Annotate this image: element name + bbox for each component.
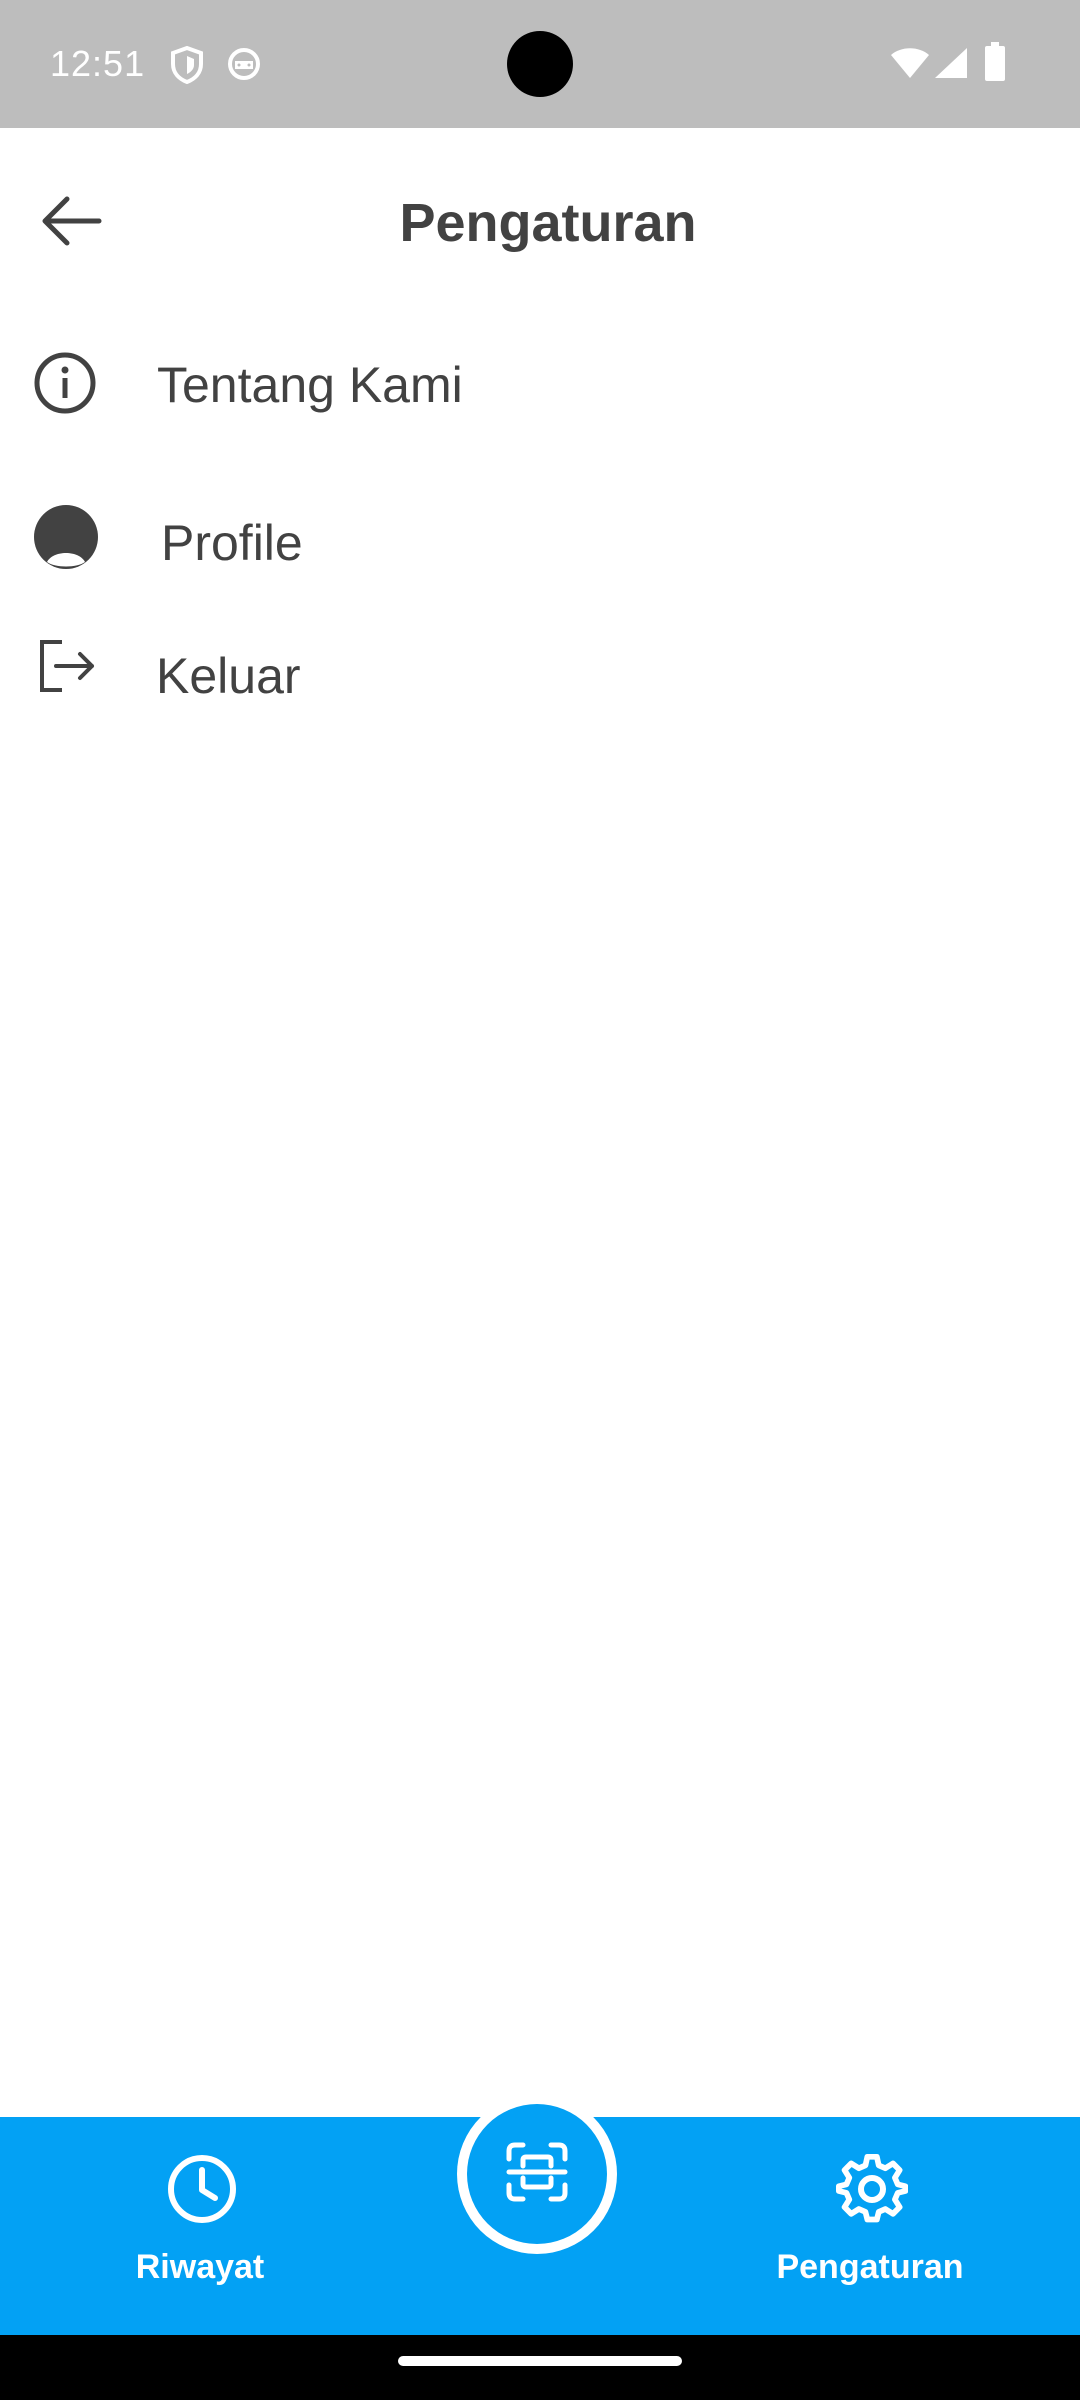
app-bar: Pengaturan <box>0 128 1080 318</box>
android-icon <box>226 47 262 86</box>
scan-button[interactable] <box>457 2094 617 2254</box>
menu-item-label: Keluar <box>156 648 301 704</box>
system-nav-bar <box>0 2335 1080 2400</box>
menu-item-label: Profile <box>161 515 303 571</box>
profile-icon <box>33 504 101 572</box>
page-title: Pengaturan <box>399 193 697 253</box>
nav-item-pengaturan[interactable]: Pengaturan <box>730 2117 1010 2335</box>
shield-icon <box>170 45 204 89</box>
scan-button-inner <box>467 2104 607 2244</box>
clock-icon <box>166 2153 238 2225</box>
camera-cutout <box>507 31 573 97</box>
wifi-icon <box>890 46 930 85</box>
menu-item-label: Tentang Kami <box>157 357 463 413</box>
gear-icon <box>836 2153 909 2225</box>
menu-item-keluar[interactable]: Keluar <box>0 610 1080 730</box>
menu-item-profile[interactable]: Profile <box>0 477 1080 597</box>
nav-item-label: Pengaturan <box>776 2248 964 2286</box>
nav-item-label: Riwayat <box>135 2248 265 2286</box>
logout-icon <box>38 638 106 706</box>
menu-item-tentang-kami[interactable]: Tentang Kami <box>0 325 1080 445</box>
info-icon <box>33 351 101 419</box>
status-time: 12:51 <box>50 43 146 84</box>
home-handle[interactable] <box>398 2356 682 2366</box>
settings-screen: 12:51 Pengaturan Tentang Kami Profile Ke… <box>0 0 1080 2400</box>
scan-icon <box>505 2141 569 2208</box>
signal-icon <box>933 46 969 85</box>
status-bar: 12:51 <box>0 0 1080 128</box>
battery-icon <box>984 42 1006 87</box>
nav-item-riwayat[interactable]: Riwayat <box>60 2117 340 2335</box>
